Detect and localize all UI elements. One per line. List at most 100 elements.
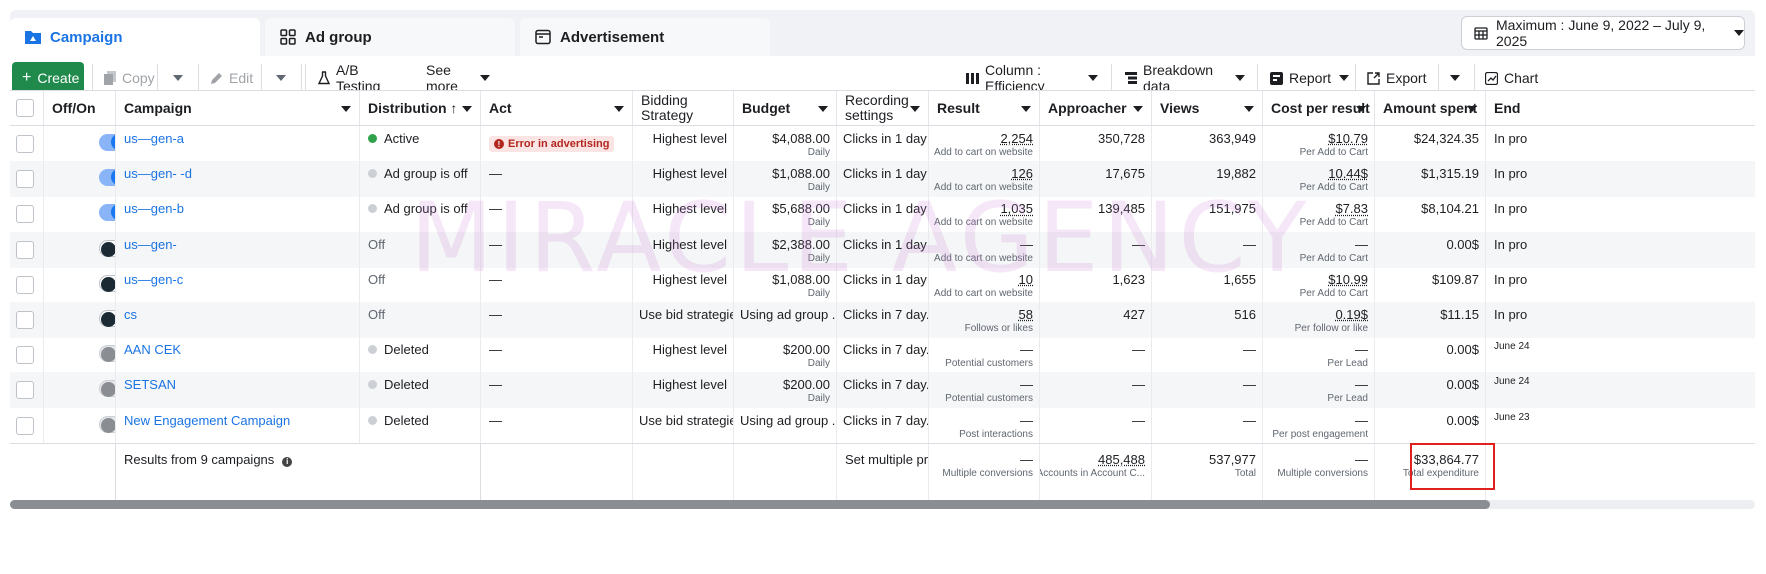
toggle-knob: [101, 382, 115, 398]
tab-campaign[interactable]: Campaign: [10, 18, 260, 56]
header-views[interactable]: Views: [1152, 91, 1263, 125]
flask-icon: [318, 71, 330, 85]
header-distribution[interactable]: Distribution ↑: [360, 91, 481, 125]
header-amount-spent[interactable]: Amount spent: [1375, 91, 1486, 125]
folder-icon: [24, 28, 42, 46]
cell-cpr: 0.19$ Per follow or like: [1263, 302, 1375, 338]
spent-value: 0.00$: [1446, 236, 1479, 252]
table-row[interactable]: cs Off — Use bid strategie... Using ad group…: [10, 302, 1755, 338]
header-recording[interactable]: Recording settings: [837, 91, 929, 125]
campaign-name-link[interactable]: us—gen-a: [124, 131, 184, 146]
header-cost-per-result[interactable]: Cost per result: [1263, 91, 1375, 125]
divider: [1438, 64, 1439, 92]
header-offon[interactable]: Off/On: [44, 91, 116, 125]
cell-distribution: Off: [360, 266, 481, 303]
table-row[interactable]: us—gen-b Ad group is off — Highest level $5,…: [10, 196, 1755, 233]
table-row[interactable]: us—gen-c Off — Highest level $1,088.00 Daily C…: [10, 266, 1755, 303]
campaign-name-link[interactable]: SETSAN: [124, 377, 176, 392]
campaign-toggle[interactable]: [99, 134, 115, 151]
campaign-name-link[interactable]: us—gen- -d: [124, 166, 192, 181]
divider: [301, 64, 302, 92]
table-row[interactable]: us—gen- Off — Highest level $2,388.00 Daily Cl…: [10, 231, 1755, 268]
campaign-toggle[interactable]: [99, 310, 115, 327]
row-checkbox[interactable]: [16, 346, 34, 365]
distribution-value: Off: [368, 236, 386, 252]
bidding-value: Highest level: [652, 166, 727, 182]
table-row[interactable]: us—gen-a Active! Error in advertising Highe…: [10, 126, 1755, 162]
chevron-down-icon: [341, 106, 351, 112]
campaign-toggle[interactable]: [99, 380, 115, 398]
header-act[interactable]: Act: [481, 91, 633, 125]
row-checkbox[interactable]: [16, 240, 34, 259]
budget-sub: Daily: [807, 217, 830, 229]
header-bidding[interactable]: Bidding Strategy: [633, 91, 734, 125]
row-checkbox[interactable]: [16, 275, 34, 294]
campaign-name-link[interactable]: us—gen-b: [124, 201, 184, 216]
row-checkbox[interactable]: [16, 205, 34, 224]
cell-campaign: New Engagement Campaign: [116, 407, 360, 444]
views-value: 1,655: [1223, 271, 1256, 287]
footer-recording: Set multiple pr...: [837, 444, 929, 501]
chevron-down-icon: [910, 106, 920, 112]
header-label: Cost per result: [1271, 99, 1370, 116]
campaign-name-link[interactable]: us—gen-c: [124, 272, 183, 287]
campaign-toggle[interactable]: [99, 239, 115, 257]
ad-window-icon: [534, 28, 552, 46]
result-sub: Post interactions: [959, 428, 1033, 440]
distribution-value: Deleted: [384, 342, 429, 358]
cell-recording: Clicks in 7 day...: [837, 337, 929, 374]
header-budget[interactable]: Budget: [734, 91, 837, 125]
table-row[interactable]: AAN CEK Deleted — Highest level $200.00 Daily…: [10, 337, 1755, 374]
header-approacher[interactable]: Approacher: [1040, 91, 1152, 125]
campaign-toggle[interactable]: [99, 345, 115, 363]
row-checkbox[interactable]: [16, 381, 34, 400]
cell-bidding: Highest level: [633, 372, 734, 409]
cell-distribution: Active: [360, 126, 481, 162]
error-badge[interactable]: ! Error in advertising: [489, 136, 615, 152]
chevron-down-icon: [1467, 106, 1477, 112]
header-campaign[interactable]: Campaign: [116, 91, 360, 125]
table-row[interactable]: SETSAN Deleted — Highest level $200.00 Daily C…: [10, 372, 1755, 409]
info-icon[interactable]: i: [282, 456, 293, 467]
cell-campaign: us—gen-: [116, 231, 360, 268]
divider: [261, 64, 262, 92]
chevron-down-icon: [1244, 106, 1254, 112]
footer-cpr-sub: Multiple conversions: [1277, 468, 1368, 479]
campaign-name-link[interactable]: cs: [124, 307, 137, 322]
campaign-toggle[interactable]: [99, 169, 115, 187]
footer-spacer: [10, 444, 116, 501]
header-result[interactable]: Result: [929, 91, 1040, 125]
approacher-value: —: [1132, 236, 1145, 252]
toggle-knob: [101, 241, 115, 257]
approacher-value: 139,485: [1098, 201, 1145, 217]
campaign-toggle[interactable]: [99, 204, 115, 222]
footer-end: [1486, 444, 1755, 501]
cell-end: In pro: [1486, 267, 1755, 303]
horizontal-scrollbar-thumb[interactable]: [10, 500, 1490, 509]
cell-act: —: [481, 161, 633, 198]
result-sub: Add to cart on website: [934, 182, 1033, 194]
budget-value: $2,388.00: [772, 236, 830, 252]
tab-ad-group[interactable]: Ad group: [265, 18, 515, 56]
header-end[interactable]: End: [1486, 91, 1755, 125]
tab-advertisement[interactable]: Advertisement: [520, 18, 770, 56]
chevron-down-icon: [1356, 106, 1366, 112]
row-checkbox[interactable]: [16, 135, 34, 153]
row-checkbox[interactable]: [16, 311, 34, 329]
status-dot-icon: [368, 134, 377, 143]
row-checkbox[interactable]: [16, 416, 34, 435]
table-row[interactable]: us—gen- -d Ad group is off — Highest level $…: [10, 161, 1755, 198]
distribution-value: Off: [368, 307, 386, 322]
date-range-picker[interactable]: Maximum : June 9, 2022 – July 9, 2025: [1461, 16, 1745, 50]
campaign-name-link[interactable]: AAN CEK: [124, 342, 181, 357]
select-all-checkbox[interactable]: [16, 99, 34, 117]
cell-act: —: [481, 337, 633, 374]
campaign-name-link[interactable]: us—gen-: [124, 237, 177, 252]
row-checkbox[interactable]: [16, 170, 34, 189]
budget-value: Using ad group ...: [740, 307, 837, 322]
table-row[interactable]: New Engagement Campaign Deleted — Use bid s…: [10, 407, 1755, 444]
campaign-toggle[interactable]: [99, 274, 115, 292]
footer-result-sub: Multiple conversions: [942, 468, 1033, 479]
campaign-toggle[interactable]: [99, 415, 115, 433]
campaign-name-link[interactable]: New Engagement Campaign: [124, 413, 290, 428]
